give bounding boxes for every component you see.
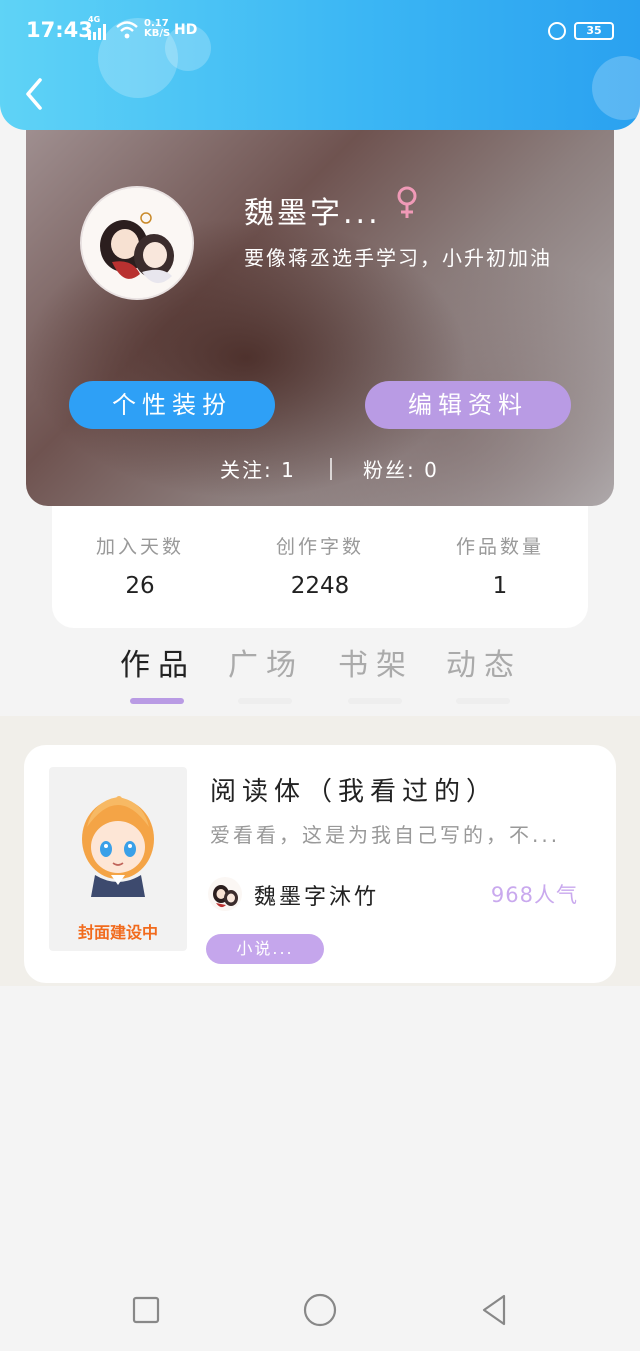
- stat-words: 创作字数 2248: [240, 532, 400, 599]
- profile-card: 魏墨字... 要像蒋丞选手学习，小升初加油 个性装扮 编辑资料 关注: 1 粉丝…: [26, 128, 614, 506]
- back-triangle-icon[interactable]: [476, 1292, 512, 1328]
- work-card[interactable]: 封面建设中 阅读体（我看过的） 爱看看，这是为我自己写的，不... 魏墨字沐竹 …: [24, 745, 616, 983]
- username: 魏墨字...: [244, 196, 381, 231]
- tab-works[interactable]: 作品: [104, 640, 212, 704]
- wifi-icon: [116, 21, 138, 39]
- status-bar: 17:43 4G 0.17 KB/S HD 35: [26, 15, 614, 48]
- tab-square[interactable]: 广场: [212, 640, 320, 704]
- cover-label: 封面建设中: [77, 923, 158, 942]
- status-time: 17:43: [26, 18, 93, 42]
- avatar[interactable]: [80, 186, 194, 300]
- popularity-count: 968人气: [490, 883, 578, 907]
- signal-icon: [88, 24, 106, 40]
- content-tabs: 作品 广场 书架 动态: [0, 640, 640, 716]
- decor-bubble: [592, 56, 640, 120]
- stat-days: 加入天数 26: [60, 532, 220, 599]
- dress-up-button[interactable]: 个性装扮: [69, 381, 275, 429]
- work-description: 爱看看，这是为我自己写的，不...: [210, 823, 561, 847]
- stat-label: 加入天数: [95, 536, 184, 558]
- tab-label: 广场: [228, 648, 304, 683]
- stat-value: 26: [125, 573, 155, 599]
- edit-profile-button[interactable]: 编辑资料: [365, 381, 571, 429]
- following-count[interactable]: 关注: 1: [220, 454, 296, 483]
- system-nav-bar: [0, 1266, 640, 1351]
- alarm-icon: [548, 22, 566, 40]
- tab-indicator: [130, 698, 184, 704]
- stat-label: 创作字数: [275, 536, 364, 558]
- avatar-image: [82, 188, 192, 298]
- network-label: 4G: [88, 15, 101, 24]
- tab-activity[interactable]: 动态: [430, 640, 538, 704]
- fans-count[interactable]: 粉丝: 0: [363, 454, 439, 483]
- recent-apps-icon[interactable]: [128, 1292, 164, 1328]
- female-icon: [397, 186, 417, 218]
- cover-mascot-image: [82, 796, 154, 897]
- stat-works: 作品数量 1: [420, 532, 580, 599]
- work-title[interactable]: 阅读体（我看过的）: [210, 771, 498, 808]
- follow-row: 关注: 1 粉丝: 0: [26, 454, 614, 484]
- tab-indicator: [348, 698, 402, 704]
- author-avatar: [208, 877, 242, 911]
- tab-indicator: [238, 698, 292, 704]
- tab-label: 作品: [120, 648, 196, 683]
- stats-panel: 加入天数 26 创作字数 2248 作品数量 1: [52, 506, 588, 628]
- battery-icon: 35: [574, 22, 614, 40]
- home-icon[interactable]: [302, 1292, 338, 1328]
- work-cover[interactable]: 封面建设中: [49, 767, 187, 951]
- tab-bookshelf[interactable]: 书架: [322, 640, 430, 704]
- divider: [330, 458, 332, 480]
- tab-label: 书架: [338, 648, 414, 683]
- stat-value: 1: [492, 573, 508, 599]
- hd-badge: HD: [174, 22, 198, 38]
- tab-indicator: [456, 698, 510, 704]
- author-name[interactable]: 魏墨字沐竹: [254, 879, 379, 911]
- net-speed-unit: KB/S: [144, 28, 171, 39]
- net-speed: 0.17 KB/S: [144, 19, 170, 39]
- category-tag[interactable]: 小说...: [206, 934, 324, 964]
- author-avatar-image: [208, 877, 242, 911]
- back-chevron-icon[interactable]: [18, 74, 50, 114]
- signature-text: 要像蒋丞选手学习，小升初加油: [244, 246, 552, 270]
- tab-label: 动态: [446, 648, 522, 683]
- stat-label: 作品数量: [455, 536, 544, 558]
- stat-value: 2248: [290, 573, 350, 599]
- app-header: 17:43 4G 0.17 KB/S HD 35: [0, 0, 640, 130]
